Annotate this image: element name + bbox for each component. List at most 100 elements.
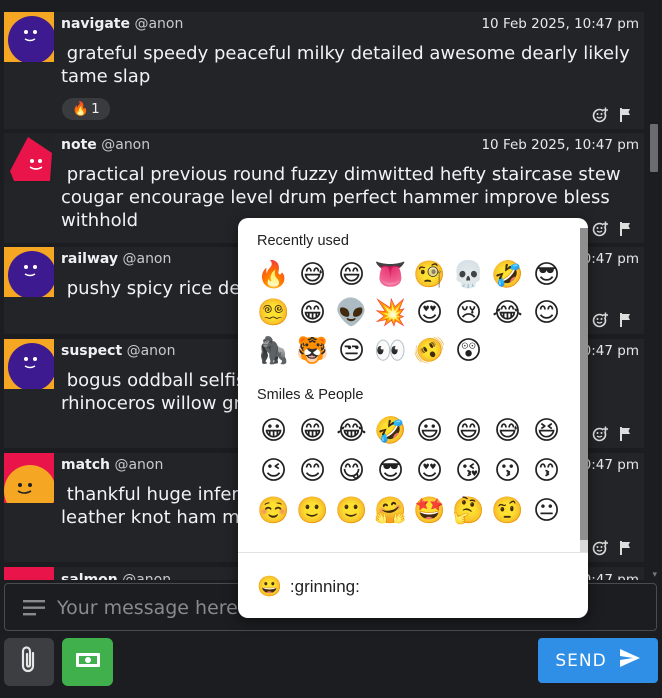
send-button[interactable]: SEND	[538, 638, 658, 683]
text-format-icon[interactable]	[23, 599, 45, 621]
recent-emoji[interactable]: 😍	[410, 294, 449, 332]
flag-icon[interactable]	[618, 540, 634, 556]
message-actions	[592, 540, 634, 556]
smiles-emoji[interactable]: 😁	[293, 412, 332, 450]
smiles-emoji[interactable]: 😂	[332, 412, 371, 450]
add-reaction-icon[interactable]	[592, 312, 608, 328]
message-header: match @anon	[61, 457, 163, 473]
smiles-emoji[interactable]: ☺️	[254, 492, 293, 530]
author-name[interactable]: salmon	[61, 572, 118, 580]
recent-emoji[interactable]: 💥	[371, 294, 410, 332]
smiles-emoji[interactable]: 🤣	[371, 412, 410, 450]
add-reaction-icon[interactable]	[592, 107, 608, 123]
reaction-count: 1	[91, 101, 100, 117]
smiles-emoji[interactable]: 😐	[527, 492, 566, 530]
avatar[interactable]	[4, 133, 54, 183]
author-name[interactable]: railway	[61, 251, 118, 267]
recent-emoji[interactable]: 😄	[332, 256, 371, 294]
recent-emoji[interactable]: 🔥	[254, 256, 293, 294]
avatar[interactable]	[4, 12, 54, 62]
recent-emoji[interactable]: 🦍	[254, 332, 293, 370]
flag-icon[interactable]	[618, 107, 634, 123]
tip-button[interactable]	[62, 638, 113, 686]
avatar[interactable]	[4, 567, 54, 580]
author-handle: @anon	[134, 16, 184, 32]
smiles-emoji[interactable]: 😅	[488, 412, 527, 450]
avatar[interactable]	[4, 453, 54, 503]
picker-scrollbar[interactable]	[580, 228, 588, 540]
recent-emoji[interactable]: 😂	[488, 294, 527, 332]
smiles-emoji[interactable]: 😎	[371, 452, 410, 490]
recent-emoji[interactable]: 🧐	[410, 256, 449, 294]
smiles-emoji[interactable]: 😆	[527, 412, 566, 450]
author-name[interactable]: suspect	[61, 343, 122, 359]
message-header: note @anon	[61, 137, 150, 153]
flag-icon[interactable]	[618, 312, 634, 328]
add-reaction-icon[interactable]	[592, 221, 608, 237]
recent-emoji[interactable]: 👽	[332, 294, 371, 332]
fire-icon: 🔥	[72, 101, 90, 117]
smiles-emoji[interactable]: 😊	[293, 452, 332, 490]
smiles-emoji[interactable]: 🤔	[449, 492, 488, 530]
recent-emoji[interactable]: 😁	[293, 294, 332, 332]
smiles-emoji[interactable]: 🙂	[332, 492, 371, 530]
author-name[interactable]: navigate	[61, 16, 130, 32]
author-name[interactable]: note	[61, 137, 97, 153]
smiles-emoji[interactable]: 😗	[488, 452, 527, 490]
reaction-chip[interactable]: 🔥 1	[62, 98, 110, 120]
recent-emoji[interactable]: 🤣	[488, 256, 527, 294]
paperclip-icon	[19, 645, 39, 679]
recent-emoji[interactable]: 😒	[332, 332, 371, 370]
preview-shortcode: :grinning:	[289, 576, 360, 596]
flag-icon[interactable]	[618, 426, 634, 442]
smiles-emoji[interactable]: 🙂	[293, 492, 332, 530]
smiles-emoji[interactable]: 😋	[332, 452, 371, 490]
smiles-emoji[interactable]: 😀	[254, 412, 293, 450]
recent-emoji[interactable]: 😲	[449, 332, 488, 370]
feed-scrollbar[interactable]	[650, 124, 658, 172]
recent-emoji[interactable]: 💀	[449, 256, 488, 294]
recent-emoji[interactable]: 😊	[527, 294, 566, 332]
recent-emoji[interactable]: 👅	[371, 256, 410, 294]
message-header: salmon @anon	[61, 572, 171, 580]
author-handle: @anon	[114, 457, 164, 473]
recent-emoji[interactable]: 😵‍💫	[254, 294, 293, 332]
recently-used-label: Recently used	[257, 233, 349, 249]
recent-emoji[interactable]: 🫨	[410, 332, 449, 370]
smiles-emoji[interactable]: 🤨	[488, 492, 527, 530]
timestamp: 0:47 pm	[582, 343, 639, 359]
recent-emoji[interactable]: 😢	[449, 294, 488, 332]
scroll-down-icon[interactable]: ▾	[652, 570, 657, 580]
smiles-emoji[interactable]: 😘	[449, 452, 488, 490]
recent-emoji-grid: 🔥 😅 😄 👅 🧐 💀 🤣 😎 😵‍💫 😁 👽 💥 😍 😢 😂 😊 🦍 🐯 😒 👀 🫨 😲	[254, 256, 566, 370]
author-handle: @anon	[122, 572, 172, 580]
message-actions	[592, 107, 634, 123]
author-name[interactable]: match	[61, 457, 110, 473]
smiles-emoji[interactable]: 😄	[449, 412, 488, 450]
add-reaction-icon[interactable]	[592, 426, 608, 442]
emoji-picker: Recently used 🔥 😅 😄 👅 🧐 💀 🤣 😎 😵‍💫 😁 👽 💥 😍 😢 😂 😊 🦍 🐯 😒 👀 🫨 😲 S…	[238, 218, 588, 618]
avatar[interactable]	[4, 247, 54, 297]
smiles-emoji[interactable]: 😙	[527, 452, 566, 490]
smiles-emoji[interactable]: 😃	[410, 412, 449, 450]
smiles-emoji[interactable]: 🤗	[371, 492, 410, 530]
smiles-emoji[interactable]: 😉	[254, 452, 293, 490]
recent-emoji[interactable]: 🐯	[293, 332, 332, 370]
avatar[interactable]	[4, 339, 54, 389]
recent-emoji[interactable]: 👀	[371, 332, 410, 370]
message-actions	[592, 221, 634, 237]
author-handle: @anon	[126, 343, 176, 359]
attach-button[interactable]	[4, 638, 54, 686]
picker-divider	[238, 552, 588, 553]
recent-emoji[interactable]: 😎	[527, 256, 566, 294]
message-item: navigate @anon 10 Feb 2025, 10:47 pm gra…	[4, 12, 644, 129]
recent-emoji[interactable]: 😅	[293, 256, 332, 294]
add-reaction-icon[interactable]	[592, 540, 608, 556]
send-label: SEND	[555, 650, 607, 671]
flag-icon[interactable]	[618, 221, 634, 237]
smiles-emoji[interactable]: 🤩	[410, 492, 449, 530]
message-actions	[592, 426, 634, 442]
smiles-emoji[interactable]: 😍	[410, 452, 449, 490]
message-header: navigate @anon	[61, 16, 183, 32]
message-actions	[592, 312, 634, 328]
